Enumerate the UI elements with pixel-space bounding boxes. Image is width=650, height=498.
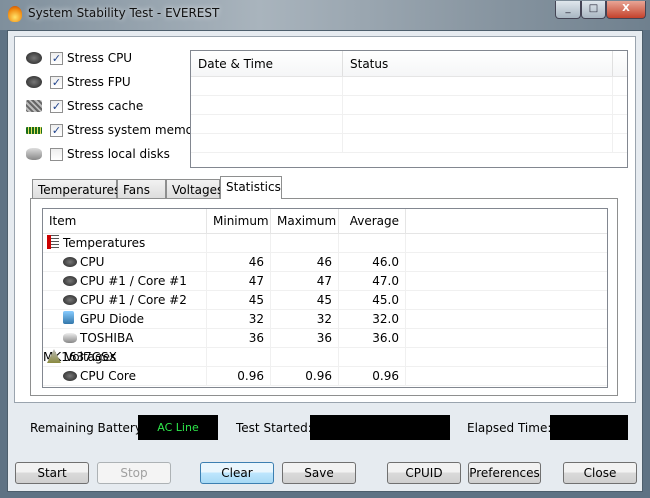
stop-button[interactable]: Stop bbox=[97, 462, 171, 484]
item-name: CPU Core bbox=[80, 369, 136, 383]
stress-option[interactable]: Stress local disks bbox=[26, 145, 170, 163]
close-button[interactable]: Close bbox=[563, 462, 637, 484]
elapsed-time-label: Elapsed Time: bbox=[467, 421, 552, 435]
average-value: 47.0 bbox=[339, 272, 406, 290]
table-row[interactable]: CPU #1 / Core #1 47 47 47.0 bbox=[43, 272, 607, 291]
average-value: 46.0 bbox=[339, 253, 406, 271]
column-average[interactable]: Average bbox=[339, 209, 406, 233]
cpu-icon bbox=[63, 371, 77, 381]
log-column-status[interactable]: Status bbox=[343, 51, 613, 76]
average-value: 45.0 bbox=[339, 291, 406, 309]
minimum-value: 32 bbox=[207, 310, 271, 328]
everest-flame-icon bbox=[8, 6, 22, 22]
checkbox[interactable]: ✓ bbox=[50, 75, 63, 89]
table-row[interactable]: CPU Core 0.96 0.96 0.96 bbox=[43, 367, 607, 386]
stress-label: Stress local disks bbox=[67, 147, 170, 161]
minimize-button[interactable]: _ bbox=[555, 1, 581, 19]
item-name: CPU #1 / Core #2 bbox=[80, 293, 187, 307]
group-name: Temperatures bbox=[63, 236, 146, 250]
minimum-value: 0.96 bbox=[207, 367, 271, 385]
disk-icon bbox=[63, 333, 77, 343]
tab-voltages[interactable]: Voltages bbox=[166, 179, 223, 199]
checkbox[interactable]: ✓ bbox=[50, 51, 63, 65]
minimum-value: 45 bbox=[207, 291, 271, 309]
maximum-value: 36 bbox=[271, 329, 339, 347]
test-started-value bbox=[310, 415, 450, 440]
stress-label: Stress system memory bbox=[67, 123, 206, 137]
column-item[interactable]: Item bbox=[43, 209, 207, 233]
stress-option[interactable]: ✓ Stress FPU bbox=[26, 73, 131, 91]
item-name: CPU #1 / Core #1 bbox=[80, 274, 187, 288]
clear-button[interactable]: Clear bbox=[200, 462, 274, 484]
stress-option[interactable]: ✓ Stress CPU bbox=[26, 49, 132, 67]
start-button[interactable]: Start bbox=[15, 462, 89, 484]
cpu-icon bbox=[63, 295, 77, 305]
cpu-icon bbox=[63, 257, 77, 267]
table-row[interactable]: CPU #1 / Core #2 45 45 45.0 bbox=[43, 291, 607, 310]
battery-label: Remaining Battery: bbox=[30, 421, 146, 435]
checkbox[interactable] bbox=[50, 147, 63, 161]
group-name: Voltages bbox=[65, 350, 117, 364]
preferences-button[interactable]: Preferences bbox=[468, 462, 541, 484]
stress-label: Stress cache bbox=[67, 99, 144, 113]
tab-fans[interactable]: Fans bbox=[117, 179, 166, 199]
maximum-value: 46 bbox=[271, 253, 339, 271]
statistics-list[interactable]: Item Minimum Maximum Average Temperature… bbox=[42, 208, 608, 388]
memory-icon bbox=[26, 126, 42, 134]
gpu-icon bbox=[63, 311, 74, 324]
group-row[interactable]: Voltages bbox=[43, 348, 607, 367]
maximum-value: 32 bbox=[271, 310, 339, 328]
stress-label: Stress FPU bbox=[67, 75, 131, 89]
maximum-value: 45 bbox=[271, 291, 339, 309]
cache-icon bbox=[26, 100, 42, 112]
average-value: 36.0 bbox=[339, 329, 406, 347]
cpuid-button[interactable]: CPUID bbox=[387, 462, 461, 484]
minimum-value: 36 bbox=[207, 329, 271, 347]
maximize-button[interactable]: □ bbox=[581, 1, 606, 19]
minimum-value: 47 bbox=[207, 272, 271, 290]
maximum-value: 0.96 bbox=[271, 367, 339, 385]
stress-option[interactable]: ✓ Stress cache bbox=[26, 97, 143, 115]
window-title: System Stability Test - EVEREST bbox=[28, 6, 220, 20]
tab-statistics[interactable]: Statistics bbox=[220, 176, 282, 199]
item-name: GPU Diode bbox=[80, 312, 145, 326]
thermometer-icon bbox=[47, 235, 59, 249]
voltage-warning-icon bbox=[47, 349, 61, 363]
cpu-icon bbox=[26, 52, 42, 64]
save-button[interactable]: Save bbox=[282, 462, 356, 484]
table-row[interactable]: GPU Diode 32 32 32.0 bbox=[43, 310, 607, 329]
average-value: 0.96 bbox=[339, 367, 406, 385]
group-row[interactable]: Temperatures bbox=[43, 234, 607, 253]
stress-option[interactable]: ✓ Stress system memory bbox=[26, 121, 205, 139]
tab-temperatures[interactable]: Temperatures bbox=[32, 179, 120, 199]
cpu-icon bbox=[63, 276, 77, 286]
checkbox[interactable]: ✓ bbox=[50, 99, 63, 113]
battery-value: AC Line bbox=[138, 415, 218, 440]
log-column-datetime[interactable]: Date & Time bbox=[191, 51, 343, 76]
average-value: 32.0 bbox=[339, 310, 406, 328]
column-maximum[interactable]: Maximum bbox=[271, 209, 339, 233]
minimum-value: 46 bbox=[207, 253, 271, 271]
item-name: CPU bbox=[80, 255, 105, 269]
disk-icon bbox=[26, 148, 42, 160]
maximum-value: 47 bbox=[271, 272, 339, 290]
test-started-label: Test Started: bbox=[236, 421, 312, 435]
fpu-icon bbox=[26, 76, 42, 88]
log-list[interactable]: Date & Time Status bbox=[190, 50, 628, 168]
stress-label: Stress CPU bbox=[67, 51, 133, 65]
checkbox[interactable]: ✓ bbox=[50, 123, 63, 137]
elapsed-time-value bbox=[550, 415, 628, 440]
column-minimum[interactable]: Minimum bbox=[207, 209, 271, 233]
close-window-button[interactable]: X bbox=[606, 1, 646, 19]
table-row[interactable]: CPU 46 46 46.0 bbox=[43, 253, 607, 272]
table-row[interactable]: TOSHIBA MK1637GSX 36 36 36.0 bbox=[43, 329, 607, 364]
